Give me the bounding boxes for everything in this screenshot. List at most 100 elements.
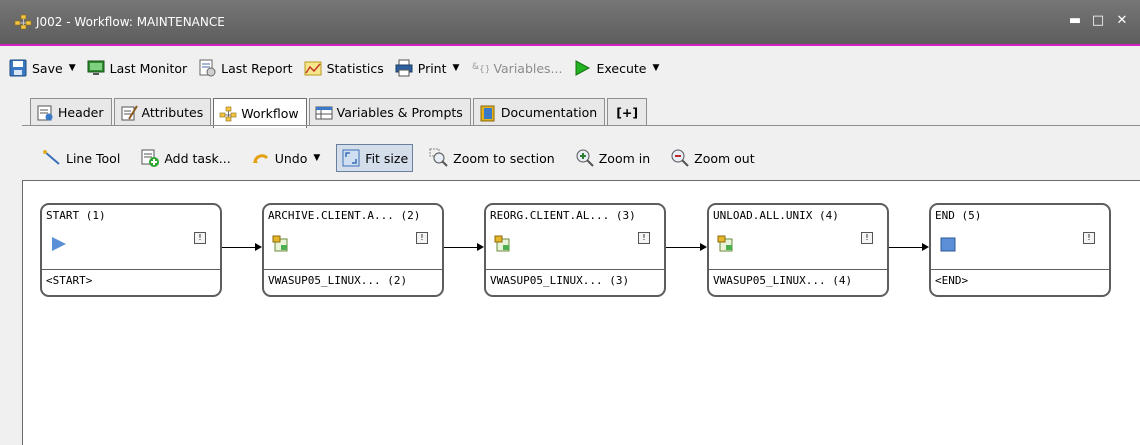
add-tab-button[interactable]: [+] <box>607 98 648 126</box>
workflow-icon <box>219 106 237 121</box>
tab-variables-prompts[interactable]: Variables & Prompts <box>308 98 471 126</box>
play-triangle-icon <box>52 237 66 251</box>
workflow-icon <box>14 14 32 30</box>
svg-text:{}: {} <box>479 65 489 75</box>
node-footer: <START> <box>42 269 220 295</box>
job-icon <box>494 235 510 252</box>
node-title: ARCHIVE.CLIENT.A... (2) <box>268 209 421 222</box>
zoom-in-label: Zoom in <box>598 150 651 166</box>
svg-text:&: & <box>472 62 479 72</box>
connector-line[interactable] <box>666 247 701 248</box>
arrow-head-icon <box>255 243 262 251</box>
node-flag-icon[interactable]: ! <box>416 232 428 244</box>
connector-line[interactable] <box>222 247 256 248</box>
job-icon <box>717 235 733 252</box>
floppy-disk-icon <box>9 59 27 77</box>
connector-line[interactable] <box>444 247 478 248</box>
fit-size-button[interactable]: Fit size <box>336 144 414 172</box>
workflow-canvas[interactable]: START (1) ! <START> ARCHIVE.CLIENT.A... … <box>22 180 1140 445</box>
node-flag-icon[interactable]: ! <box>638 232 650 244</box>
zoom-out-label: Zoom out <box>694 150 755 166</box>
print-label: Print <box>417 60 447 76</box>
undo-label: Undo <box>274 150 308 166</box>
node-flag-icon[interactable]: ! <box>1083 232 1095 244</box>
variables-icon: & {} <box>472 62 489 75</box>
last-report-button[interactable]: Last Report <box>197 55 293 81</box>
statistics-label: Statistics <box>326 60 384 76</box>
arrow-head-icon <box>477 243 484 251</box>
add-task-icon <box>141 149 160 167</box>
printer-icon <box>395 59 413 77</box>
arrow-head-icon <box>922 243 929 251</box>
maximize-button[interactable]: □ <box>1090 12 1106 30</box>
last-report-label: Last Report <box>221 60 293 76</box>
workflow-node-end[interactable]: END (5) ! <END> <box>929 203 1111 297</box>
node-title: UNLOAD.ALL.UNIX (4) <box>713 209 839 222</box>
chevron-down-icon[interactable]: ▼ <box>313 153 320 163</box>
add-task-button[interactable]: Add task... <box>136 144 234 172</box>
job-icon <box>272 235 288 252</box>
minimize-button[interactable]: ▬ <box>1067 12 1083 30</box>
tab-documentation-label: Documentation <box>500 105 598 120</box>
arrow-head-icon <box>700 243 707 251</box>
save-button[interactable]: Save ▼ <box>8 55 76 81</box>
workflow-node-start[interactable]: START (1) ! <START> <box>40 203 222 297</box>
attributes-icon <box>121 104 138 120</box>
workflow-node-reorg[interactable]: REORG.CLIENT.AL... (3) ! VWASUP05_LINUX.… <box>484 203 666 297</box>
print-button[interactable]: Print ▼ <box>394 55 460 81</box>
chevron-down-icon[interactable]: ▼ <box>69 63 76 73</box>
window-title: J002 - Workflow: MAINTENANCE <box>36 15 225 29</box>
variables-table-icon <box>315 106 333 119</box>
tab-divider <box>22 125 1140 126</box>
chevron-down-icon[interactable]: ▼ <box>453 63 460 73</box>
last-monitor-button[interactable]: Last Monitor <box>86 55 188 81</box>
statistics-button[interactable]: Statistics <box>303 55 384 81</box>
node-footer: VWASUP05_LINUX... (4) <box>709 269 887 295</box>
line-tool-button[interactable]: Line Tool <box>38 144 124 172</box>
undo-icon <box>252 154 268 163</box>
workflow-toolbar: Line Tool Add task... Undo ▼ Fit size Zo… <box>38 143 771 173</box>
node-title: REORG.CLIENT.AL... (3) <box>490 209 636 222</box>
workflow-window: J002 - Workflow: MAINTENANCE ▬ □ ✕ Save … <box>0 0 1140 445</box>
play-icon <box>575 60 591 76</box>
tab-header[interactable]: Header <box>30 98 112 126</box>
chevron-down-icon[interactable]: ▼ <box>652 63 659 73</box>
execute-label: Execute <box>596 60 647 76</box>
report-icon <box>199 59 216 77</box>
node-flag-icon[interactable]: ! <box>194 232 206 244</box>
zoom-section-icon <box>429 148 448 167</box>
zoom-out-button[interactable]: Zoom out <box>666 144 758 172</box>
variables-button[interactable]: & {} Variables... <box>469 55 562 81</box>
save-label: Save <box>32 60 63 76</box>
fit-size-label: Fit size <box>365 150 409 166</box>
node-footer: <END> <box>931 269 1109 295</box>
workflow-node-archive[interactable]: ARCHIVE.CLIENT.A... (2) ! VWASUP05_LINUX… <box>262 203 444 297</box>
node-flag-icon[interactable]: ! <box>861 232 873 244</box>
header-icon <box>37 105 53 120</box>
tab-bar: Header Attributes Workflow Variables & P… <box>30 98 649 128</box>
variables-label: Variables... <box>493 60 563 76</box>
node-title: START (1) <box>46 209 106 222</box>
zoom-to-section-button[interactable]: Zoom to section <box>425 144 559 172</box>
node-footer: VWASUP05_LINUX... (3) <box>486 269 664 295</box>
line-tool-icon <box>43 150 60 165</box>
node-title: END (5) <box>935 209 982 222</box>
tab-header-label: Header <box>58 105 104 120</box>
tab-workflow[interactable]: Workflow <box>213 98 307 128</box>
tab-documentation[interactable]: Documentation <box>472 98 606 126</box>
undo-button[interactable]: Undo ▼ <box>247 144 325 172</box>
workflow-node-unload[interactable]: UNLOAD.ALL.UNIX (4) ! VWASUP05_LINUX... … <box>707 203 889 297</box>
last-monitor-label: Last Monitor <box>109 60 188 76</box>
zoom-to-section-label: Zoom to section <box>453 150 555 166</box>
node-footer: VWASUP05_LINUX... (2) <box>264 269 442 295</box>
zoom-out-icon <box>671 149 689 167</box>
zoom-in-button[interactable]: Zoom in <box>571 144 654 172</box>
tab-attributes[interactable]: Attributes <box>113 98 212 126</box>
line-tool-label: Line Tool <box>66 150 121 166</box>
connector-line[interactable] <box>889 247 923 248</box>
main-toolbar: Save ▼ Last Monitor Last Report Statisti… <box>8 52 1140 84</box>
monitor-icon <box>87 60 105 75</box>
execute-button[interactable]: Execute ▼ <box>572 55 659 81</box>
tab-attributes-label: Attributes <box>141 105 204 120</box>
close-button[interactable]: ✕ <box>1114 12 1130 30</box>
